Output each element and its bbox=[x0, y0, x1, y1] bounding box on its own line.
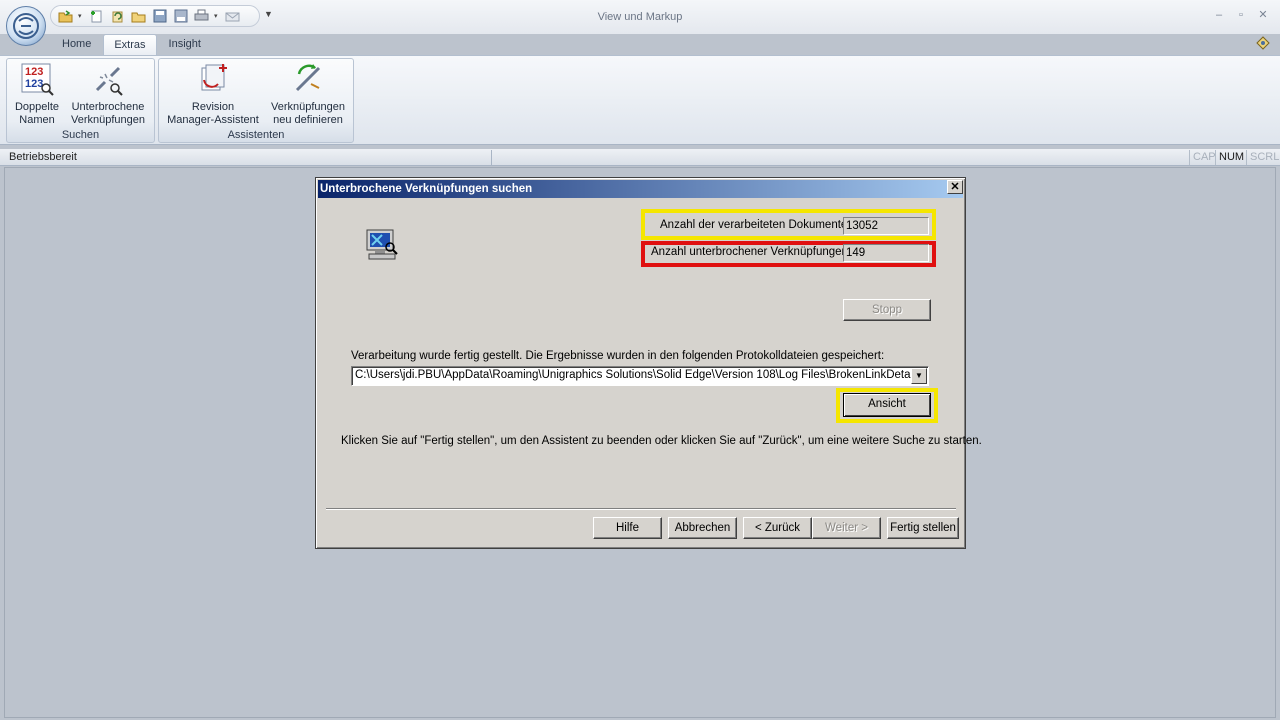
status-divider bbox=[491, 150, 492, 165]
broken-links-icon bbox=[90, 61, 126, 97]
dialog-separator bbox=[326, 508, 956, 510]
redefine-links-button[interactable]: Verknüpfungen neu definieren bbox=[265, 61, 351, 127]
broken-links-button[interactable]: Unterbrochene Verknüpfungen bbox=[67, 61, 149, 127]
ribbon: 123 123 Doppelte Namen Unterbrochene Ver… bbox=[0, 55, 1280, 145]
broken-links-dialog: Unterbrochene Verknüpfungen suchen ✕ Anz… bbox=[315, 177, 982, 549]
dialog-title: Unterbrochene Verknüpfungen suchen bbox=[318, 180, 963, 198]
revision-manager-line2: Manager-Assistent bbox=[167, 114, 259, 126]
log-file-path: C:\Users\jdi.PBU\AppData\Roaming\Unigrap… bbox=[355, 369, 911, 381]
duplicate-names-line2: Namen bbox=[19, 114, 55, 126]
tab-insight[interactable]: Insight bbox=[159, 34, 211, 56]
view-button[interactable]: Ansicht bbox=[843, 393, 931, 417]
finish-button[interactable]: Fertig stellen bbox=[887, 517, 959, 539]
application-menu-button[interactable] bbox=[6, 6, 46, 46]
dialog-close-button[interactable]: ✕ bbox=[947, 180, 963, 194]
broken-links-value: 149 bbox=[843, 244, 929, 262]
title-bar: ▾ ▾ ▼ View und Markup – ▫ ✕ bbox=[0, 0, 1280, 34]
processed-label: Anzahl der verarbeiteten Dokumente: bbox=[660, 219, 851, 231]
duplicate-names-button[interactable]: 123 123 Doppelte Namen bbox=[11, 61, 63, 127]
back-button[interactable]: < Zurück bbox=[743, 517, 812, 539]
window-title: View und Markup bbox=[597, 11, 683, 23]
scrl-indicator: SCRL bbox=[1246, 150, 1280, 165]
tab-home[interactable]: Home bbox=[52, 34, 101, 56]
stop-button[interactable]: Stopp bbox=[843, 299, 931, 321]
group-label-assistenten: Assistenten bbox=[227, 129, 285, 141]
ribbon-group-assistenten: Revision Manager-Assistent Verknüpfungen… bbox=[158, 58, 354, 143]
tab-extras[interactable]: Extras bbox=[103, 34, 157, 56]
help-button[interactable]: Hilfe bbox=[593, 517, 662, 539]
broken-links-line1: Unterbrochene bbox=[71, 101, 145, 113]
revision-manager-button[interactable]: Revision Manager-Assistent bbox=[163, 61, 263, 127]
finished-message: Verarbeitung wurde fertig gestellt. Die … bbox=[351, 350, 885, 362]
redefine-links-icon bbox=[290, 61, 326, 97]
ribbon-group-suchen: 123 123 Doppelte Namen Unterbrochene Ver… bbox=[6, 58, 155, 143]
help-icon[interactable] bbox=[1254, 34, 1272, 50]
log-file-combobox[interactable]: C:\Users\jdi.PBU\AppData\Roaming\Unigrap… bbox=[351, 366, 929, 386]
status-text: Betriebsbereit bbox=[9, 151, 77, 163]
minimize-button[interactable]: – bbox=[1212, 8, 1226, 22]
num-indicator: NUM bbox=[1215, 150, 1247, 165]
redefine-links-line1: Verknüpfungen bbox=[270, 101, 345, 113]
cancel-button[interactable]: Abbrechen bbox=[668, 517, 737, 539]
maximize-button[interactable]: ▫ bbox=[1234, 8, 1248, 22]
broken-links-line2: Verknüpfungen bbox=[70, 114, 145, 126]
revision-manager-line1: Revision bbox=[191, 101, 235, 113]
svg-text:123: 123 bbox=[25, 66, 43, 78]
duplicate-names-icon: 123 123 bbox=[19, 61, 55, 97]
group-label-suchen: Suchen bbox=[61, 129, 100, 141]
computer-search-icon bbox=[365, 227, 399, 261]
svg-text:123: 123 bbox=[25, 78, 43, 90]
app-logo-icon bbox=[13, 13, 39, 39]
close-window-button[interactable]: ✕ bbox=[1256, 8, 1270, 22]
duplicate-names-line1: Doppelte bbox=[14, 101, 60, 113]
revision-manager-icon bbox=[195, 61, 231, 97]
broken-links-label: Anzahl unterbrochener Verknüpfungen: bbox=[651, 246, 852, 258]
ribbon-tabs: Home Extras Insight bbox=[52, 34, 211, 56]
next-button[interactable]: Weiter > bbox=[812, 517, 881, 539]
instruction-text: Klicken Sie auf "Fertig stellen", um den… bbox=[341, 435, 982, 447]
processed-value: 13052 bbox=[843, 217, 929, 235]
redefine-links-line2: neu definieren bbox=[273, 114, 343, 126]
chevron-down-icon[interactable]: ▼ bbox=[911, 368, 927, 384]
status-bar: Betriebsbereit CAP NUM SCRL bbox=[0, 149, 1280, 166]
close-icon: ✕ bbox=[950, 181, 960, 193]
